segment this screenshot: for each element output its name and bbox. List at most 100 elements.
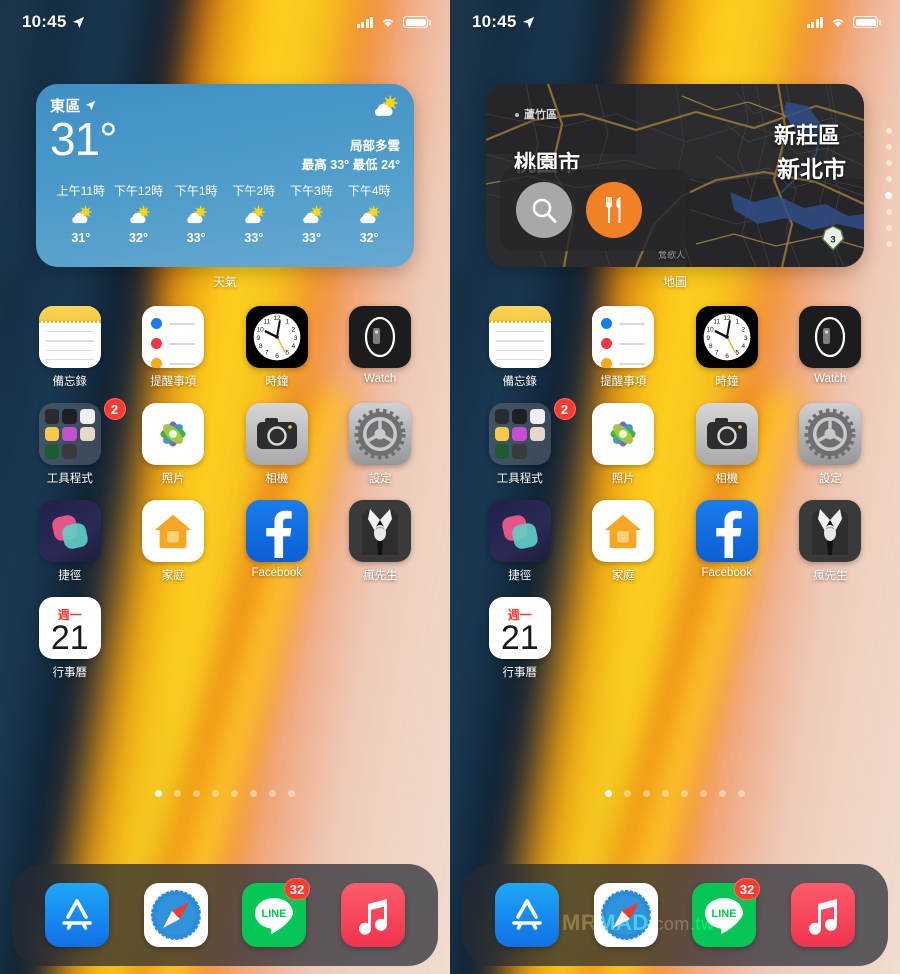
notes-icon: [38, 306, 101, 368]
partly-cloudy-icon: [283, 202, 341, 228]
app-home[interactable]: 家庭: [572, 500, 676, 583]
hourly-time: 上午11時: [56, 184, 106, 198]
hourly-temp: 33°: [244, 231, 264, 245]
app-label: 家庭: [611, 570, 635, 582]
app-shortcuts[interactable]: 捷徑: [18, 500, 122, 583]
app-reminders[interactable]: 提醒事項: [572, 306, 676, 389]
hourly-item: 下午12時 32°: [110, 182, 168, 245]
hourly-temp: 32°: [359, 231, 379, 245]
page-indicator-dots[interactable]: [0, 790, 450, 797]
app-watch[interactable]: Watch: [329, 306, 433, 389]
site-watermark: MRMAD.com.tw: [562, 910, 714, 936]
calendar-icon: 週一 21: [488, 597, 551, 659]
dock-app-appstore[interactable]: [495, 883, 560, 947]
app-label: 設定: [368, 473, 392, 485]
app-mrmad[interactable]: 瘋先生: [329, 500, 433, 583]
dock-app-music[interactable]: [790, 883, 855, 947]
hourly-item: 下午1時 33°: [167, 182, 225, 245]
badge-count: 32: [733, 878, 761, 900]
app-calendar[interactable]: 週一 21 行事曆: [18, 597, 122, 680]
app-utilities-folder[interactable]: 2 工具程式: [18, 398, 126, 486]
app-label: 照片: [611, 473, 635, 485]
svg-text:7: 7: [265, 350, 269, 357]
app-settings[interactable]: 設定: [329, 403, 433, 486]
hourly-temp: 33°: [302, 231, 321, 245]
shortcuts-icon: [38, 500, 101, 562]
location-arrow-icon: [85, 100, 96, 111]
app-watch[interactable]: Watch: [779, 306, 883, 389]
app-label: 瘋先生: [363, 570, 398, 582]
app-label: Facebook: [251, 567, 302, 579]
photos-icon: [142, 403, 205, 465]
svg-text:4: 4: [291, 343, 295, 350]
reminders-icon: [142, 306, 205, 368]
app-notes[interactable]: 備忘錄: [468, 306, 572, 389]
dock-app-line[interactable]: 32 LINE: [242, 878, 311, 947]
weather-widget[interactable]: 東區 31° 局部多雲 最高 33° 最低 24° 上午11時 31° 下午12…: [36, 84, 414, 267]
app-label: 備忘錄: [52, 376, 88, 388]
svg-text:7: 7: [715, 350, 719, 357]
clock-icon: 12 1 2 345 678 9 10 11: [245, 306, 308, 368]
search-button[interactable]: [516, 182, 572, 238]
app-settings[interactable]: 設定: [779, 403, 883, 486]
map-place-label: 新莊區: [773, 123, 840, 148]
highway-shield-icon: 3: [821, 225, 845, 251]
battery-full-icon: [403, 16, 431, 28]
app-photos[interactable]: 照片: [122, 403, 226, 486]
app-label: Facebook: [701, 567, 752, 579]
app-utilities-folder[interactable]: 2 工具程式: [468, 398, 576, 486]
home-icon: [592, 500, 655, 562]
svg-text:1: 1: [735, 318, 739, 325]
badge-count: 32: [283, 878, 311, 900]
app-grid: 備忘錄 提醒事項 12 1 2 345 678 9 10 11 時鐘 Watch…: [0, 306, 450, 680]
partly-cloudy-icon: [167, 202, 225, 228]
app-clock[interactable]: 12 1 2 345 678 9 10 11 時鐘: [225, 306, 329, 389]
photos-icon: [592, 403, 655, 465]
side-page-indicator[interactable]: [885, 128, 892, 247]
magnifier-icon: [532, 198, 557, 223]
maps-widget[interactable]: 蘆竹區 桃園市 新莊區 新北市 鶯歌人 3: [486, 84, 864, 267]
app-facebook[interactable]: Facebook: [225, 500, 329, 583]
app-facebook[interactable]: Facebook: [675, 500, 779, 583]
maps-widget-container[interactable]: 蘆竹區 桃園市 新莊區 新北市 鶯歌人 3 地圖: [450, 84, 900, 290]
app-label: 提醒事項: [600, 376, 647, 388]
app-camera[interactable]: 相機: [225, 403, 329, 486]
app-shortcuts[interactable]: 捷徑: [468, 500, 572, 583]
fork-knife-icon: [606, 197, 621, 223]
dock-app-music[interactable]: [340, 883, 405, 947]
app-clock[interactable]: 12 1 2 345 678 9 10 11 時鐘: [675, 306, 779, 389]
app-reminders[interactable]: 提醒事項: [122, 306, 226, 389]
svg-text:9: 9: [256, 335, 260, 342]
app-label: Watch: [814, 373, 847, 385]
appstore-icon: [495, 883, 560, 947]
music-icon: [340, 883, 405, 947]
watermark-main: MRMAD: [562, 910, 649, 935]
app-notes[interactable]: 備忘錄: [18, 306, 122, 389]
weather-widget-container[interactable]: 東區 31° 局部多雲 最高 33° 最低 24° 上午11時 31° 下午12…: [0, 84, 450, 290]
partly-cloudy-icon: [374, 95, 398, 116]
settings-icon: [349, 403, 412, 465]
app-label: 設定: [818, 473, 842, 485]
app-photos[interactable]: 照片: [572, 403, 676, 486]
safari-icon: [143, 883, 208, 947]
app-camera[interactable]: 相機: [675, 403, 779, 486]
svg-text:LINE: LINE: [712, 908, 737, 920]
app-mrmad[interactable]: 瘋先生: [779, 500, 883, 583]
dock-app-appstore[interactable]: [45, 883, 110, 947]
app-calendar[interactable]: 週一 21 行事曆: [468, 597, 572, 680]
app-home[interactable]: 家庭: [122, 500, 226, 583]
page-indicator-dots[interactable]: [450, 790, 900, 797]
svg-text:10: 10: [256, 326, 264, 333]
app-label: 照片: [161, 473, 185, 485]
status-bar-time: 10:45: [472, 12, 517, 31]
dock-app-safari[interactable]: [143, 883, 208, 947]
weather-high-low: 最高 33° 最低 24°: [301, 158, 400, 172]
weather-widget-label: 天氣: [212, 275, 237, 289]
app-label: 行事曆: [502, 667, 538, 679]
restaurants-button[interactable]: [586, 182, 642, 238]
music-icon: [790, 883, 855, 947]
maps-widget-label: 地圖: [662, 275, 687, 289]
svg-text:5: 5: [735, 350, 739, 357]
dual-screenshot-comparison: 10:45 東區 31° 局部多雲 最高 33° 最低 24° 上午11時 31…: [0, 0, 900, 974]
svg-text:3: 3: [294, 335, 298, 342]
